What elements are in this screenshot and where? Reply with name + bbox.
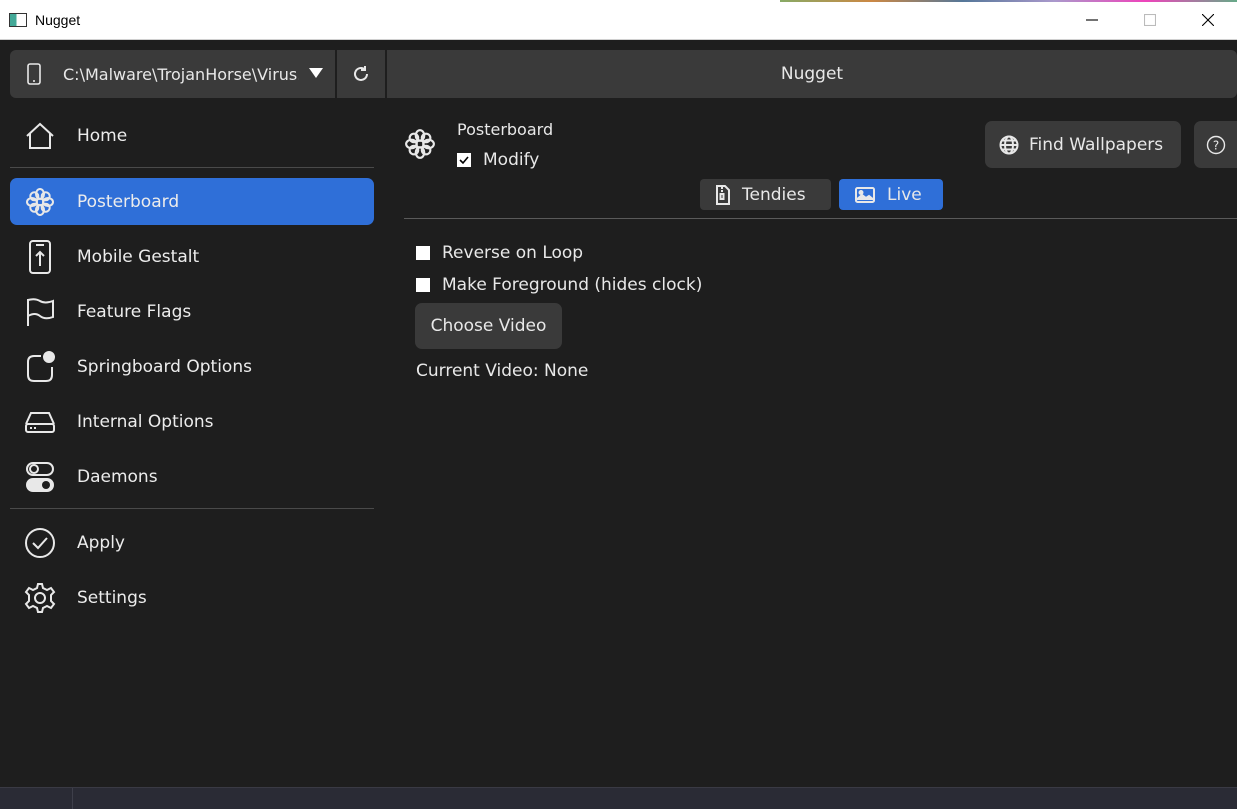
image-icon: [855, 186, 875, 203]
sidebar-item-posterboard[interactable]: Posterboard: [10, 178, 374, 225]
close-icon: [1202, 14, 1214, 26]
app-badge-icon: [24, 350, 56, 383]
modify-checkbox[interactable]: [457, 153, 471, 167]
sidebar-divider: [10, 167, 374, 168]
sidebar-item-feature-flags[interactable]: Feature Flags: [10, 288, 374, 335]
device-path: C:\Malware\TrojanHorse\Virus.exe: [63, 64, 299, 84]
sidebar-item-label: Posterboard: [77, 191, 180, 212]
maximize-icon: [1144, 14, 1156, 26]
refresh-button[interactable]: [337, 50, 385, 98]
close-button[interactable]: [1179, 0, 1237, 40]
reverse-on-loop-label: Reverse on Loop: [442, 243, 584, 263]
taskbar-strip: [0, 787, 1237, 809]
chevron-down-icon: [309, 68, 323, 78]
sidebar-item-springboard-options[interactable]: Springboard Options: [10, 343, 374, 390]
sidebar-item-label: Home: [77, 125, 128, 146]
content-divider: [404, 218, 1237, 219]
sidebar-item-label: Springboard Options: [77, 356, 252, 377]
sidebar-item-label: Internal Options: [77, 411, 214, 432]
current-video-text: Current Video: None: [416, 361, 589, 381]
app-header-title: Nugget: [387, 50, 1237, 98]
modify-label: Modify: [483, 150, 540, 170]
reverse-on-loop-row[interactable]: Reverse on Loop: [416, 243, 583, 263]
phone-icon: [27, 63, 41, 85]
tab-label: Live: [887, 184, 922, 205]
maximize-button[interactable]: [1121, 0, 1179, 40]
svg-text:?: ?: [1213, 138, 1219, 152]
find-wallpapers-label: Find Wallpapers: [1029, 134, 1164, 155]
help-icon: ?: [1206, 135, 1226, 154]
gear-icon: [24, 582, 56, 614]
sidebar-divider: [10, 508, 374, 509]
sidebar: Home Posterboard Mobile Gestalt Feature …: [10, 112, 374, 629]
page-title: Posterboard: [457, 120, 554, 139]
tab-tendies[interactable]: Tendies: [700, 179, 831, 210]
phone-upload-icon: [24, 239, 56, 274]
modify-checkbox-row[interactable]: Modify: [457, 150, 539, 170]
toolbar: C:\Malware\TrojanHorse\Virus.exe Nugget: [10, 50, 1237, 98]
sidebar-item-label: Apply: [77, 532, 125, 553]
minimize-button[interactable]: [1063, 0, 1121, 40]
tab-label: Tendies: [742, 184, 806, 205]
sidebar-item-daemons[interactable]: Daemons: [10, 453, 374, 500]
title-bar: Nugget: [0, 0, 1237, 40]
toggles-icon: [24, 461, 56, 493]
window-controls: [1063, 0, 1237, 40]
flower-icon: [405, 129, 435, 159]
window-title: Nugget: [35, 11, 81, 28]
sidebar-item-mobile-gestalt[interactable]: Mobile Gestalt: [10, 233, 374, 280]
home-icon: [24, 120, 56, 152]
globe-icon: [999, 135, 1019, 154]
find-wallpapers-button[interactable]: Find Wallpapers: [985, 121, 1181, 168]
app-icon: [9, 12, 27, 27]
flower-icon: [24, 186, 56, 218]
checkmark-icon: [459, 156, 469, 165]
refresh-icon: [354, 66, 368, 81]
zip-file-icon: [716, 184, 730, 205]
sidebar-item-label: Mobile Gestalt: [77, 246, 200, 267]
sidebar-item-internal-options[interactable]: Internal Options: [10, 398, 374, 445]
flag-icon: [24, 296, 56, 328]
choose-video-button[interactable]: Choose Video: [415, 303, 562, 349]
sidebar-item-settings[interactable]: Settings: [10, 574, 374, 621]
sidebar-item-apply[interactable]: Apply: [10, 519, 374, 566]
device-select[interactable]: C:\Malware\TrojanHorse\Virus.exe: [10, 50, 335, 98]
minimize-icon: [1086, 19, 1098, 21]
sidebar-item-label: Settings: [77, 587, 147, 608]
make-foreground-row[interactable]: Make Foreground (hides clock): [416, 275, 702, 295]
sidebar-item-label: Daemons: [77, 466, 158, 487]
taskbar-separator: [72, 788, 73, 809]
sidebar-item-home[interactable]: Home: [10, 112, 374, 159]
sidebar-item-label: Feature Flags: [77, 301, 192, 322]
drive-icon: [24, 406, 56, 438]
background-strip: [780, 0, 1237, 2]
tab-live[interactable]: Live: [839, 179, 943, 210]
reverse-on-loop-checkbox[interactable]: [416, 246, 430, 260]
make-foreground-label: Make Foreground (hides clock): [442, 275, 703, 295]
help-button[interactable]: ?: [1194, 121, 1237, 168]
make-foreground-checkbox[interactable]: [416, 278, 430, 292]
check-circle-icon: [24, 527, 56, 559]
